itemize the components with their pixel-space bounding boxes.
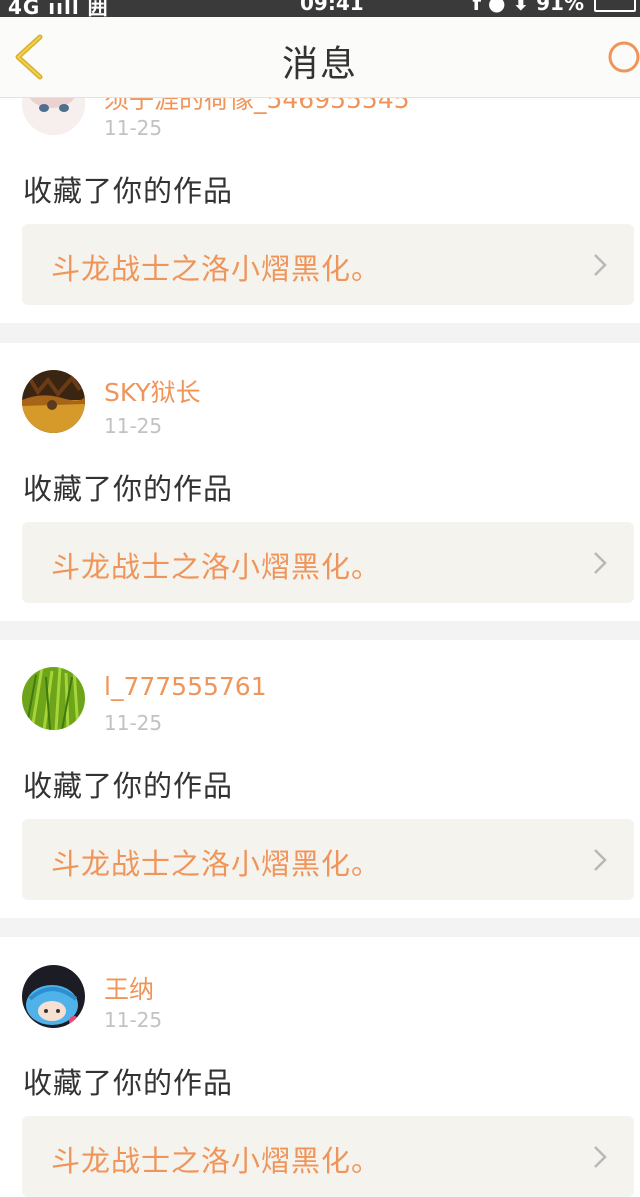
message-date: 11-25 <box>104 1008 163 1032</box>
status-icons: f ● ⬇ 91% <box>472 0 584 15</box>
message-card: 须子涯的荷像_546955545 11-25 收藏了你的作品 斗龙战士之洛小熠黑… <box>0 60 640 323</box>
work-title: 斗龙战士之洛小熠黑化。 <box>51 550 382 584</box>
page-title: 消息 <box>281 44 358 85</box>
message-card: 王纳 11-25 收藏了你的作品 斗龙战士之洛小熠黑化。 <box>0 937 640 1197</box>
user-avatar[interactable] <box>22 965 85 1028</box>
navigation-bar: 消息 <box>0 17 640 98</box>
work-title: 斗龙战士之洛小熠黑化。 <box>51 252 382 286</box>
work-title: 斗龙战士之洛小熠黑化。 <box>51 847 382 881</box>
message-card: l_777555761 11-25 收藏了你的作品 斗龙战士之洛小熠黑化。 <box>0 640 640 918</box>
chevron-right-icon <box>594 254 607 276</box>
work-link[interactable]: 斗龙战士之洛小熠黑化。 <box>22 224 634 305</box>
action-text: 收藏了你的作品 <box>23 1066 234 1100</box>
message-date: 11-25 <box>104 711 163 735</box>
message-date: 11-25 <box>104 116 163 140</box>
username[interactable]: 王纳 <box>104 970 154 1006</box>
work-link[interactable]: 斗龙战士之洛小熠黑化。 <box>22 522 634 603</box>
action-text: 收藏了你的作品 <box>23 769 234 803</box>
username[interactable]: SKY狱长 <box>104 373 201 409</box>
chevron-right-icon <box>594 849 607 871</box>
work-link[interactable]: 斗龙战士之洛小熠黑化。 <box>22 819 634 900</box>
username[interactable]: l_777555761 <box>104 672 267 701</box>
signal-indicator: 4G ııll 囲 <box>8 0 109 17</box>
status-bar: 4G ııll 囲 09:41 f ● ⬇ 91% <box>0 0 640 17</box>
user-avatar[interactable] <box>22 370 85 433</box>
message-date: 11-25 <box>104 414 163 438</box>
message-card: SKY狱长 11-25 收藏了你的作品 斗龙战士之洛小熠黑化。 <box>0 343 640 621</box>
search-icon[interactable] <box>604 37 640 77</box>
chevron-right-icon <box>594 1146 607 1168</box>
user-avatar[interactable] <box>22 667 85 730</box>
battery-icon <box>594 0 636 12</box>
chevron-right-icon <box>594 552 607 574</box>
work-link[interactable]: 斗龙战士之洛小熠黑化。 <box>22 1116 634 1197</box>
clock: 09:41 <box>300 0 364 15</box>
action-text: 收藏了你的作品 <box>23 174 234 208</box>
action-text: 收藏了你的作品 <box>23 472 234 506</box>
work-title: 斗龙战士之洛小熠黑化。 <box>51 1144 382 1178</box>
